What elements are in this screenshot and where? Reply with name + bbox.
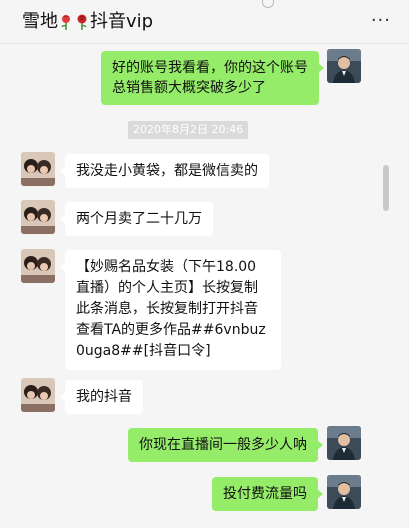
outgoing-message[interactable]: 投付费流量吗 bbox=[212, 477, 323, 511]
incoming-message[interactable]: 我没走小黄袋，都是微信卖的 bbox=[60, 154, 269, 188]
contact-avatar[interactable] bbox=[21, 378, 55, 412]
contact-avatar[interactable] bbox=[21, 200, 55, 234]
outgoing-message[interactable]: 好的账号我看看，你的这个账号总销售额大概突破多少了 bbox=[101, 51, 324, 105]
window-grip bbox=[262, 0, 274, 8]
my-avatar[interactable] bbox=[327, 475, 361, 509]
incoming-message[interactable]: 【妙赐名品女装（下午18.00直播）的个人主页】长按复制此条消息，长按复制打开抖… bbox=[60, 250, 281, 370]
contact-avatar[interactable] bbox=[21, 249, 55, 283]
timestamp: 2020年8月2日 20:46 bbox=[128, 121, 249, 139]
more-options-button[interactable]: ··· bbox=[371, 12, 391, 30]
incoming-message[interactable]: 两个月卖了二十几万 bbox=[60, 202, 213, 236]
incoming-message[interactable]: 我的抖音 bbox=[60, 380, 143, 414]
my-avatar[interactable] bbox=[327, 49, 361, 83]
my-avatar[interactable] bbox=[327, 426, 361, 460]
rose-icon bbox=[61, 15, 70, 30]
chat-title-prefix: 雪地 bbox=[22, 11, 58, 32]
chat-header: 雪地 抖音vip ··· bbox=[0, 0, 409, 44]
message-list[interactable]: 好的账号我看看，你的这个账号总销售额大概突破多少了 2020年8月2日 20:4… bbox=[0, 45, 409, 528]
chat-title[interactable]: 雪地 抖音vip bbox=[22, 10, 153, 34]
outgoing-message[interactable]: 你现在直播间一般多少人呐 bbox=[128, 428, 323, 462]
scrollbar-thumb[interactable] bbox=[383, 165, 389, 211]
chat-title-suffix: 抖音vip bbox=[90, 11, 154, 32]
rose-icon bbox=[77, 14, 87, 30]
contact-avatar[interactable] bbox=[21, 152, 55, 186]
